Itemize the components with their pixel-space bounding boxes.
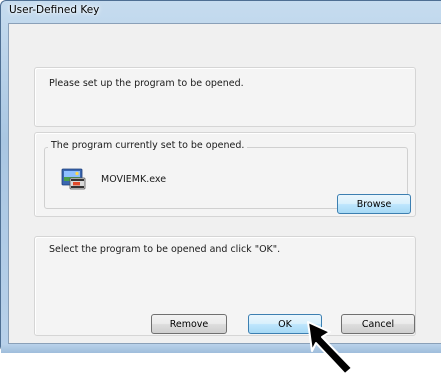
setup-panel bbox=[34, 67, 416, 127]
movie-maker-icon bbox=[61, 168, 86, 190]
browse-button[interactable]: Browse bbox=[337, 194, 411, 214]
window-title: User-Defined Key bbox=[9, 4, 100, 16]
current-program-group-label: The program currently set to be opened. bbox=[48, 140, 248, 151]
current-program-name: MOVIEMK.exe bbox=[101, 174, 167, 185]
window-bottom-frame bbox=[1, 344, 441, 353]
remove-button[interactable]: Remove bbox=[151, 314, 227, 334]
setup-instruction-text: Please set up the program to be opened. bbox=[49, 78, 244, 89]
arrow-pointer-icon bbox=[307, 321, 353, 375]
selection-hint-text: Select the program to be opened and clic… bbox=[49, 244, 281, 255]
